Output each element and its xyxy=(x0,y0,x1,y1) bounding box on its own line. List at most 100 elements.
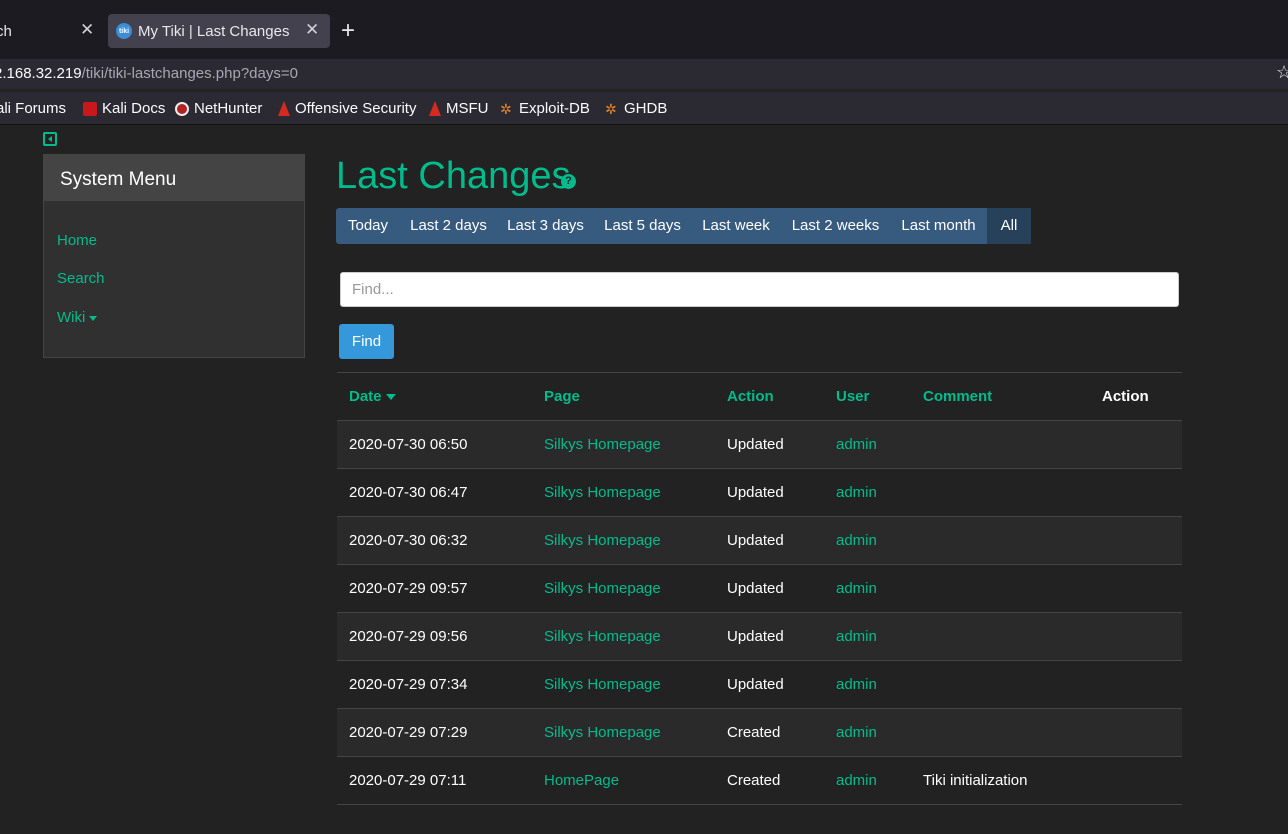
period-today[interactable]: Today xyxy=(336,208,400,244)
cell-action-cell: Updated xyxy=(715,612,824,661)
cell-action: Created xyxy=(727,724,781,741)
cell-action-cell: Updated xyxy=(715,420,824,469)
table-row: 2020-07-29 09:56 Silkys Homepage Updated ad… xyxy=(337,612,1182,661)
new-tab-plus-icon[interactable]: + xyxy=(341,16,355,46)
period-last-2-weeks[interactable]: Last 2 weeks xyxy=(781,208,890,244)
period-last-5-days[interactable]: Last 5 days xyxy=(594,208,691,244)
cell-page-link[interactable]: Silkys Homepage xyxy=(544,628,661,645)
cell-page-link[interactable]: Silkys Homepage xyxy=(544,436,661,453)
column-header-comment[interactable]: Comment xyxy=(911,372,1090,421)
cell-user-link[interactable]: admin xyxy=(836,484,877,501)
cell-page-link[interactable]: Silkys Homepage xyxy=(544,580,661,597)
cell-date: 2020-07-29 07:29 xyxy=(349,724,468,741)
cell-comment-cell: Tiki initialization xyxy=(911,756,1090,805)
system-menu-title: System Menu xyxy=(60,169,177,190)
cell-user-link[interactable]: admin xyxy=(836,676,877,693)
period-last-2-days[interactable]: Last 2 days xyxy=(400,208,497,244)
cell-user-link[interactable]: admin xyxy=(836,772,877,789)
cell-actions xyxy=(1090,612,1182,661)
cell-comment-cell xyxy=(911,468,1090,517)
cell-user-link[interactable]: admin xyxy=(836,580,877,597)
cell-date: 2020-07-30 06:50 xyxy=(349,436,468,453)
bookmark-kali-forums[interactable]: ali Forums xyxy=(0,100,66,117)
period-last-month[interactable]: Last month xyxy=(890,208,987,244)
tab-title: ch xyxy=(0,23,12,40)
period-all[interactable]: All xyxy=(987,208,1031,244)
column-header-user[interactable]: User xyxy=(824,372,911,421)
cell-user-link[interactable]: admin xyxy=(836,724,877,741)
bookmark-star-icon[interactable]: ☆ xyxy=(1276,62,1288,83)
cell-date-cell: 2020-07-29 07:34 xyxy=(337,660,532,709)
cell-user-link[interactable]: admin xyxy=(836,628,877,645)
bookmark-offensive-security[interactable]: Offensive Security xyxy=(278,100,416,117)
cell-user-link-cell: admin xyxy=(824,612,911,661)
browser-tab-active[interactable]: tiki My Tiki | Last Changes ✕ xyxy=(108,14,330,48)
find-button[interactable]: Find xyxy=(339,324,394,359)
close-icon[interactable]: ✕ xyxy=(80,20,94,40)
tab-title: My Tiki | Last Changes xyxy=(138,23,290,40)
bookmark-nethunter[interactable]: NetHunter xyxy=(175,100,262,117)
column-header-page[interactable]: Page xyxy=(532,372,715,421)
menu-link-wiki[interactable]: Wiki xyxy=(57,309,98,326)
cell-page-link[interactable]: Silkys Homepage xyxy=(544,484,661,501)
cell-user-link[interactable]: admin xyxy=(836,436,877,453)
help-icon[interactable]: ? xyxy=(561,174,576,189)
cell-action: Updated xyxy=(727,532,784,549)
cell-page-link[interactable]: Silkys Homepage xyxy=(544,532,661,549)
cell-action-cell: Updated xyxy=(715,564,824,613)
period-last-3-days[interactable]: Last 3 days xyxy=(497,208,594,244)
bookmark-label: GHDB xyxy=(624,100,668,117)
cell-page-link[interactable]: HomePage xyxy=(544,772,619,789)
cell-comment-cell xyxy=(911,420,1090,469)
column-header-date[interactable]: Date xyxy=(337,372,532,421)
cell-action-cell: Created xyxy=(715,756,824,805)
search-input[interactable] xyxy=(340,272,1179,307)
ghdb-icon: ✲ xyxy=(605,100,617,117)
cell-comment-cell xyxy=(911,708,1090,757)
cell-page-link-cell: Silkys Homepage xyxy=(532,708,715,757)
sidebar-toggle-icon[interactable] xyxy=(43,132,57,146)
bookmark-exploit-db[interactable]: ✲ Exploit-DB xyxy=(500,100,590,117)
table-row: 2020-07-29 07:34 Silkys Homepage Updated ad… xyxy=(337,660,1182,709)
cell-comment-cell xyxy=(911,516,1090,565)
cell-actions xyxy=(1090,660,1182,709)
column-header-action[interactable]: Action xyxy=(715,372,824,421)
bookmark-msfu[interactable]: MSFU xyxy=(429,100,489,117)
cell-comment: Tiki initialization xyxy=(923,772,1028,789)
bookmark-label: NetHunter xyxy=(194,100,263,117)
browser-tab-bar: ch ✕ tiki My Tiki | Last Changes ✕ + xyxy=(0,0,1288,62)
cell-actions xyxy=(1090,468,1182,517)
menu-link-search[interactable]: Search xyxy=(57,270,105,287)
column-header-actions: Action xyxy=(1090,372,1182,421)
cell-action: Updated xyxy=(727,580,784,597)
close-icon[interactable]: ✕ xyxy=(305,20,319,40)
table-row: 2020-07-30 06:32 Silkys Homepage Updated ad… xyxy=(337,516,1182,565)
url-text[interactable]: 2.168.32.219/tiki/tiki-lastchanges.php?d… xyxy=(0,65,298,82)
period-last-week[interactable]: Last week xyxy=(691,208,781,244)
bookmark-ghdb[interactable]: ✲ GHDB xyxy=(605,100,667,117)
cell-actions xyxy=(1090,756,1182,805)
page-title: Last Changes xyxy=(336,155,571,197)
cell-page-link-cell: Silkys Homepage xyxy=(532,468,715,517)
tiki-favicon-icon: tiki xyxy=(116,23,132,39)
menu-link-home[interactable]: Home xyxy=(57,232,97,249)
bookmark-kali-docs[interactable]: Kali Docs xyxy=(83,100,165,117)
caret-down-icon xyxy=(89,315,98,321)
msfu-icon xyxy=(429,101,441,116)
cell-page-link[interactable]: Silkys Homepage xyxy=(544,724,661,741)
address-bar[interactable]: 2.168.32.219/tiki/tiki-lastchanges.php?d… xyxy=(0,59,1288,89)
browser-tab[interactable]: ch ✕ xyxy=(0,14,104,48)
cell-date-cell: 2020-07-29 09:57 xyxy=(337,564,532,613)
cell-action: Updated xyxy=(727,628,784,645)
cell-user-link[interactable]: admin xyxy=(836,532,877,549)
table-row: 2020-07-30 06:50 Silkys Homepage Updated ad… xyxy=(337,420,1182,469)
url-host: 2.168.32.219 xyxy=(0,65,82,82)
cell-page-link[interactable]: Silkys Homepage xyxy=(544,676,661,693)
cell-user-link-cell: admin xyxy=(824,468,911,517)
cell-date-cell: 2020-07-29 09:56 xyxy=(337,612,532,661)
period-filter-nav: Today Last 2 days Last 3 days Last 5 day… xyxy=(336,208,1031,244)
cell-date-cell: 2020-07-29 07:29 xyxy=(337,708,532,757)
cell-actions xyxy=(1090,516,1182,565)
bookmarks-toolbar: ali Forums Kali Docs NetHunter Offensive… xyxy=(0,92,1288,125)
bookmark-label: MSFU xyxy=(446,100,489,117)
